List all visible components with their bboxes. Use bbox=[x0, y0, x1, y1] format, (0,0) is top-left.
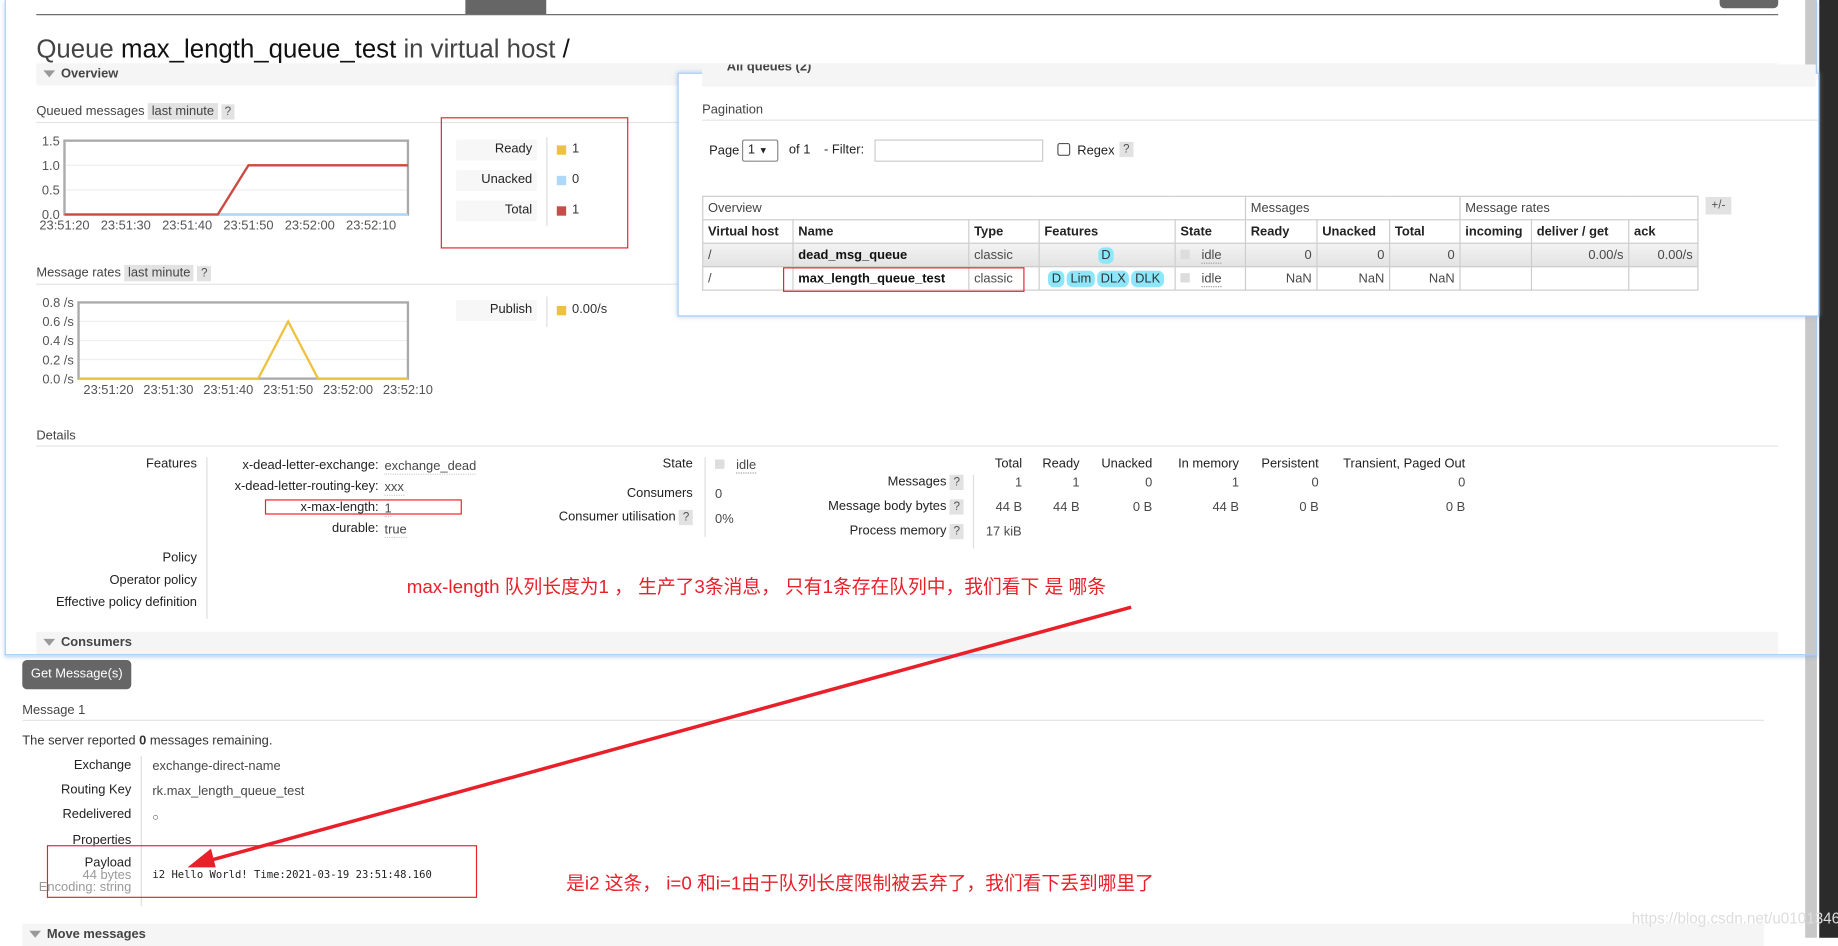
column-header[interactable]: Features bbox=[1038, 219, 1176, 244]
cell-vhost: / bbox=[702, 266, 794, 291]
pagination-heading: Pagination bbox=[702, 103, 764, 118]
cell-unacked: 0 bbox=[1316, 242, 1391, 268]
column-header[interactable]: Virtual host bbox=[702, 219, 794, 244]
highlight-box bbox=[783, 267, 1025, 292]
queue-name-link[interactable]: dead_msg_queue bbox=[792, 242, 970, 268]
all-queues-title: All queues (2) bbox=[726, 64, 812, 74]
cell-incoming bbox=[1459, 266, 1533, 291]
column-header[interactable]: Name bbox=[792, 219, 970, 244]
cell-type: classic bbox=[968, 242, 1040, 268]
column-header[interactable]: Type bbox=[968, 219, 1040, 244]
cell-total: 0 bbox=[1389, 242, 1461, 268]
group-overview: Overview bbox=[702, 195, 1247, 221]
feature-badge: Lim bbox=[1066, 270, 1095, 287]
filter-label: - Filter: bbox=[824, 143, 865, 158]
cell-features: D bbox=[1038, 242, 1176, 268]
cell-ready: 0 bbox=[1244, 242, 1318, 268]
column-header[interactable]: ack bbox=[1628, 219, 1699, 244]
column-header[interactable]: Unacked bbox=[1316, 219, 1391, 244]
help-button[interactable]: ? bbox=[1119, 141, 1134, 158]
page-label: Page bbox=[709, 144, 740, 159]
column-header[interactable]: Total bbox=[1389, 219, 1461, 244]
group-messages: Messages bbox=[1244, 195, 1461, 221]
filter-input[interactable] bbox=[874, 139, 1044, 162]
screenshot: Queue max_length_queue_test in virtual h… bbox=[0, 0, 1838, 946]
page-select-value: 1 bbox=[747, 143, 756, 158]
cell-vhost: / bbox=[702, 242, 794, 268]
cell-deliver: 0.00/s bbox=[1530, 242, 1630, 268]
page-select[interactable]: 1 ▼ bbox=[742, 139, 779, 162]
regex-checkbox[interactable] bbox=[1057, 143, 1071, 156]
feature-badge: DLX bbox=[1097, 270, 1130, 287]
queue-row[interactable]: / dead_msg_queue classic Didle 0 0 0 0.00/s 0.00… bbox=[702, 242, 1699, 268]
cell-ack bbox=[1628, 266, 1699, 291]
state-indicator-icon bbox=[1180, 249, 1190, 259]
cell-state: idle bbox=[1174, 242, 1247, 268]
state-text: idle bbox=[1201, 271, 1222, 287]
all-queues-header[interactable]: All queues (2) bbox=[702, 64, 1816, 87]
regex-label: Regex bbox=[1077, 144, 1115, 159]
column-header[interactable]: incoming bbox=[1459, 219, 1533, 244]
state-indicator-icon bbox=[1180, 272, 1190, 282]
feature-badge: D bbox=[1097, 246, 1115, 264]
feature-badge: D bbox=[1048, 270, 1065, 287]
cell-total: NaN bbox=[1389, 266, 1461, 291]
cell-unacked: NaN bbox=[1316, 266, 1391, 291]
cell-features: D Lim DLX DLK bbox=[1038, 266, 1176, 291]
cell-deliver bbox=[1530, 266, 1630, 291]
column-header[interactable]: deliver / get bbox=[1530, 219, 1630, 244]
cell-ack: 0.00/s bbox=[1628, 242, 1699, 268]
page-count: of 1 bbox=[788, 143, 811, 158]
chevron-down-icon: ▼ bbox=[758, 145, 768, 156]
group-message-rates: Message rates bbox=[1459, 195, 1699, 221]
column-header[interactable]: Ready bbox=[1244, 219, 1318, 244]
cell-incoming bbox=[1459, 242, 1533, 268]
cell-state: idle bbox=[1174, 266, 1247, 291]
state-text: idle bbox=[1201, 247, 1222, 264]
column-header[interactable]: State bbox=[1174, 219, 1247, 244]
feature-badge: DLK bbox=[1131, 270, 1164, 287]
cell-ready: NaN bbox=[1244, 266, 1318, 291]
column-toggle-button[interactable]: +/- bbox=[1705, 196, 1732, 215]
